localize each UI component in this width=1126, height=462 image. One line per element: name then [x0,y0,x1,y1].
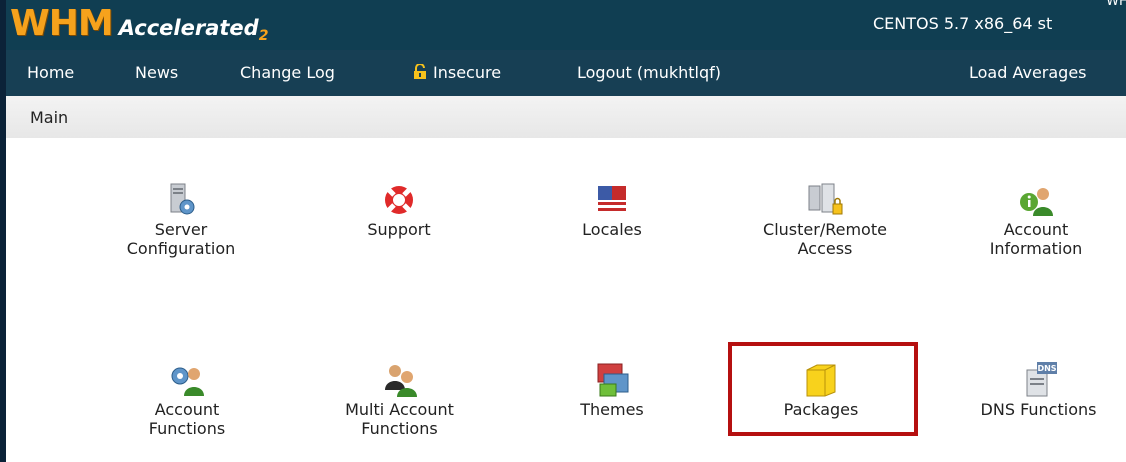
svg-text:DNS: DNS [1037,364,1056,373]
tile-label: Cluster/Remote Access [763,220,887,258]
tile-label: Locales [582,220,642,239]
whm-logo[interactable]: WHM Accelerated 2 [10,2,268,46]
flag-icon [598,186,626,214]
account-info-icon [1020,188,1053,216]
tile-label: Account Information [989,220,1083,258]
tile-label: DNS Functions [980,400,1097,419]
package-box-icon [806,364,836,397]
tile-label: Packages [783,400,859,419]
logo-whm-text: WHM [10,3,114,44]
dns-icon: DNS [1026,362,1057,397]
nav-news[interactable]: News [135,63,178,82]
nav-insecure[interactable]: Insecure [413,63,501,82]
cluster-icon [808,183,843,215]
nav-home[interactable]: Home [27,63,74,82]
tile-cluster-remote-access[interactable]: Cluster/Remote Access [730,182,920,258]
tile-support[interactable]: Support [324,182,474,239]
breadcrumb: Main [6,96,1126,138]
top-nav: Home News Change Log Insecure Logout (mu… [6,50,1126,96]
nav-load-averages[interactable]: Load Averages [969,63,1087,82]
whm-window: WHM Accelerated 2 WHM CENTOS 5.7 x86_64 … [0,0,1126,462]
tile-label: Multi Account Functions [345,400,454,438]
tile-label: Themes [580,400,644,419]
tile-dns-functions[interactable]: DNS DNS Functions [951,362,1126,419]
server-version-label: WHM [1106,0,1126,9]
lifebuoy-icon [385,186,413,214]
multi-account-icon [384,365,417,397]
tile-label: Support [367,220,431,239]
breadcrumb-main[interactable]: Main [30,108,68,127]
tile-locales[interactable]: Locales [537,182,687,239]
tile-account-functions[interactable]: Account Functions [112,362,262,438]
nav-insecure-label: Insecure [433,63,502,82]
header-bar: WHM Accelerated 2 WHM CENTOS 5.7 x86_64 … [6,0,1126,50]
nav-change-log[interactable]: Change Log [240,63,335,82]
server-config-icon [170,183,195,215]
tile-server-configuration[interactable]: Server Configuration [106,182,256,258]
tile-label: Account Functions [148,400,226,438]
server-os-label: CENTOS 5.7 x86_64 st [873,14,1053,33]
tile-multi-account-functions[interactable]: Multi Account Functions [322,362,477,438]
tile-packages[interactable]: Packages [746,362,896,419]
logo-version-text: 2 [258,28,269,44]
tile-account-information[interactable]: Account Information [961,182,1111,258]
tile-themes[interactable]: Themes [537,362,687,419]
themes-icon [597,363,629,397]
logo-accelerated-text: Accelerated [118,16,259,40]
account-gear-icon [171,367,204,396]
tile-label: Server Configuration [126,220,236,258]
unlock-icon [414,64,426,79]
nav-logout[interactable]: Logout (mukhtlqf) [577,63,721,82]
